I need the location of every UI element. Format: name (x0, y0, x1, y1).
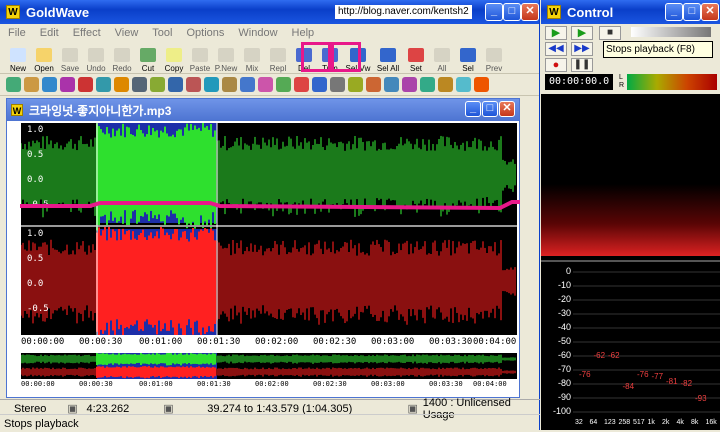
freq-label: 517 (633, 419, 645, 426)
db-label: -20 (557, 294, 571, 304)
control-close-button[interactable]: ✕ (701, 3, 719, 21)
freq-label: 1k (647, 419, 655, 426)
fast-forward-button[interactable]: ▶▶ (571, 42, 593, 56)
meter-label-r: R (619, 82, 625, 89)
time-display: 00:00:00.0 (545, 74, 613, 90)
amplitude-visual (541, 96, 720, 256)
control-logo-icon: W (547, 5, 561, 19)
meter-label-l: L (619, 74, 623, 81)
control-titlebar: W Control _ □ ✕ (541, 0, 720, 24)
spectrum-peak-label: -76 (637, 370, 649, 380)
spectrum-peak-label: -76 (579, 370, 591, 380)
level-meter (627, 74, 717, 90)
play-button[interactable]: ▶ (545, 26, 567, 40)
db-label: -90 (557, 392, 571, 402)
control-title: Control (567, 4, 614, 20)
spectrum-peak-label: -82 (680, 378, 693, 388)
spectrum-peak-label: -77 (651, 371, 664, 381)
play-selection-button[interactable]: ▶ (571, 26, 593, 40)
spectrum-peak-label: -62 (593, 350, 606, 360)
record-pause-button[interactable]: ❚❚ (571, 58, 593, 72)
freq-label: 32 (575, 419, 583, 426)
db-label: -80 (557, 378, 571, 388)
volume-envelope-line[interactable] (20, 200, 520, 211)
spectrum-peak-label: -84 (622, 381, 635, 391)
control-maximize-button[interactable]: □ (683, 3, 701, 21)
db-label: -30 (557, 308, 571, 318)
spectrum-peak-label: -62 (608, 350, 620, 360)
freq-label: 2k (662, 419, 670, 426)
db-label: -10 (557, 280, 571, 290)
control-window: W Control _ □ ✕ ▶ ▶ ◀◀ ▶▶ ■ ● ❚❚ Stops p… (541, 0, 720, 430)
freq-label: 16k (705, 419, 717, 426)
spectrum-peak-label: -81 (666, 377, 678, 387)
transport-panel: ▶ ▶ ◀◀ ▶▶ ■ ● ❚❚ Stops playback (F8) 00:… (541, 24, 720, 94)
db-label: -60 (557, 350, 571, 360)
stop-button[interactable]: ■ (599, 26, 621, 40)
spectrum-analyzer: 0 -10 -20 -30 -40 -50 -60 -70 -80 -90 -100 32 64 123… (541, 260, 720, 428)
spectrum-peak-label: -93 (695, 394, 707, 404)
volume-envelope-overlay (20, 200, 520, 211)
freq-label: 64 (589, 419, 598, 426)
freq-label: 4k (676, 419, 684, 426)
volume-slider[interactable] (631, 27, 711, 37)
db-label: -100 (552, 406, 571, 416)
freq-label: 123 (604, 419, 616, 426)
freq-label: 8k (691, 419, 699, 426)
db-label: -50 (557, 336, 571, 346)
record-button[interactable]: ● (545, 58, 567, 72)
db-label: 0 (565, 266, 571, 276)
freq-label: 258 (618, 419, 631, 426)
db-label: -40 (557, 322, 571, 332)
tooltip: Stops playback (F8) (603, 41, 713, 58)
rewind-button[interactable]: ◀◀ (545, 42, 567, 56)
control-minimize-button[interactable]: _ (665, 3, 683, 21)
db-label: -70 (557, 364, 571, 374)
